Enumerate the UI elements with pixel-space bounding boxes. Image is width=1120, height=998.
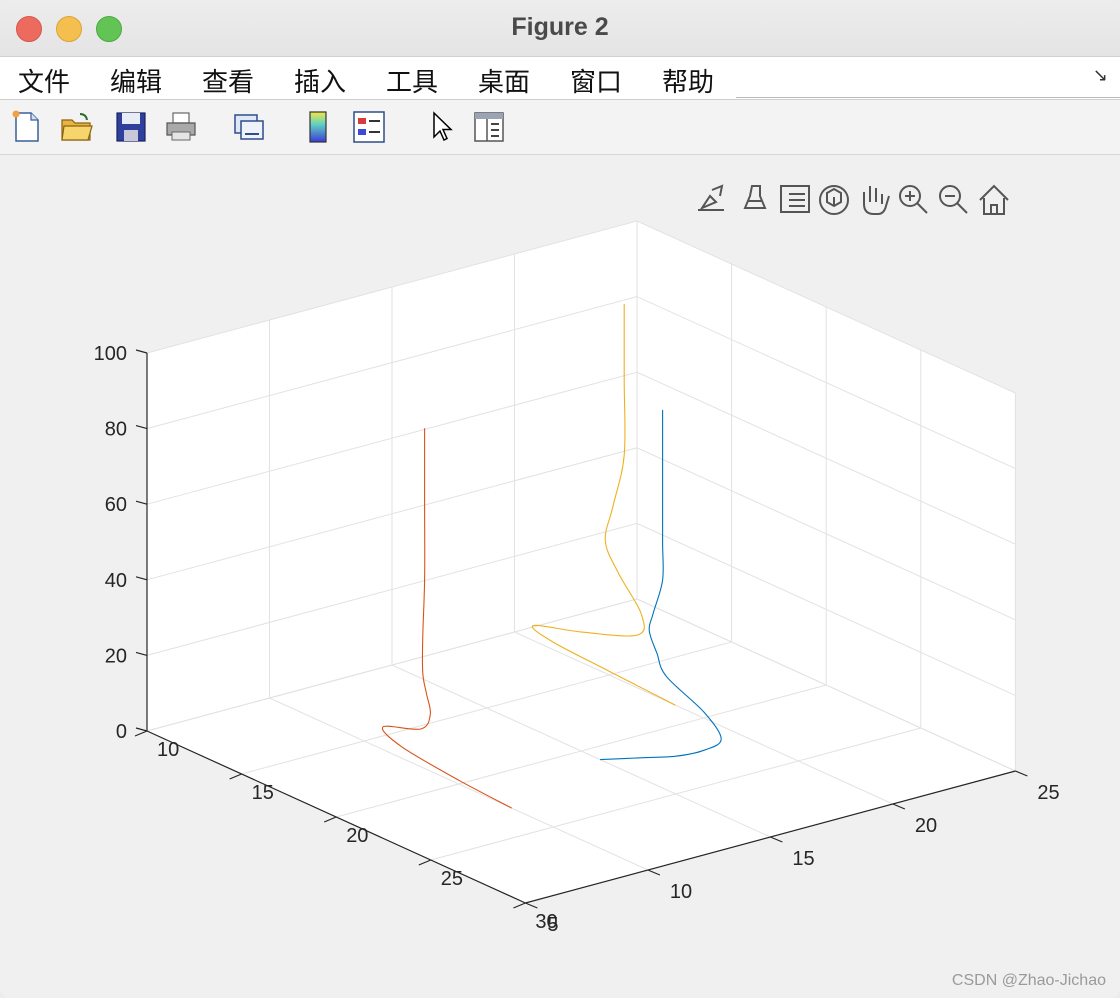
x-tick-label: 25	[441, 868, 463, 890]
watermark: CSDN @Zhao-Jichao	[951, 972, 1106, 989]
menu-edit[interactable]: 编辑	[110, 62, 162, 99]
axes-toolbar	[698, 184, 1009, 215]
y-tick	[892, 803, 906, 810]
window-title: Figure 2	[511, 13, 609, 41]
pointer-icon[interactable]	[424, 110, 458, 144]
y-tick-label: 20	[915, 815, 937, 837]
y-tick	[1015, 770, 1028, 777]
menu-window[interactable]: 窗口	[570, 62, 622, 99]
y-tick	[647, 869, 661, 876]
dock-arrow-icon[interactable]: ↘	[1093, 65, 1108, 86]
z-tick-label: 0	[116, 721, 127, 743]
z-tick-label: 40	[105, 570, 127, 592]
z-tick-label: 20	[105, 645, 127, 667]
z-tick	[135, 500, 148, 505]
x-tick	[418, 859, 432, 866]
menu-file[interactable]: 文件	[18, 62, 70, 99]
data-tips-icon[interactable]	[780, 185, 810, 213]
brush-icon[interactable]	[743, 185, 767, 209]
colorbar-icon[interactable]	[302, 110, 336, 144]
y-tick-label: 15	[792, 848, 814, 870]
x-tick	[134, 730, 148, 737]
y-tick	[525, 902, 538, 909]
zoom-in-icon[interactable]	[899, 185, 928, 214]
zoom-out-icon[interactable]	[939, 185, 968, 214]
x-tick	[229, 773, 242, 780]
menu-desktop[interactable]: 桌面	[478, 62, 530, 99]
x-tick	[513, 902, 526, 909]
x-tick	[323, 816, 337, 823]
menu-insert[interactable]: 插入	[294, 62, 346, 99]
property-inspector-icon[interactable]	[472, 110, 506, 144]
z-tick	[135, 576, 148, 581]
z-tick	[135, 727, 148, 732]
figure-window: Figure 2 文件 编辑 查看 插入 工具 桌面 窗口 帮助 ↘ 10 15…	[0, 0, 1120, 998]
z-tick	[135, 349, 148, 354]
y-tick-label: 25	[1037, 782, 1059, 804]
new-figure-icon[interactable]	[10, 110, 44, 144]
x-tick-label: 15	[252, 782, 274, 804]
y-tick	[770, 836, 783, 843]
legend-icon[interactable]	[352, 110, 386, 144]
menu-tools[interactable]: 工具	[386, 62, 438, 99]
z-tick-label: 100	[94, 343, 127, 365]
x-tick-label: 20	[346, 825, 368, 847]
y-tick-label: 5	[547, 914, 558, 936]
x-tick-label: 10	[157, 739, 179, 761]
axes-3d[interactable]: 1015202530510152025020406080100	[0, 155, 1120, 998]
rotate-3d-icon[interactable]	[819, 185, 849, 215]
open-file-icon[interactable]	[60, 110, 94, 144]
link-plot-icon[interactable]	[232, 110, 266, 144]
plot-area: 10 15 20 25 30 5 10 15 20 25 0 20 40 60 80 100 CSDN @Zh…	[0, 155, 1120, 998]
y-tick-label: 10	[670, 881, 692, 903]
save-icon[interactable]	[114, 110, 148, 144]
menu-help[interactable]: 帮助	[662, 62, 714, 99]
export-icon[interactable]	[698, 184, 724, 211]
pan-icon[interactable]	[863, 186, 890, 215]
menu-divider	[736, 97, 1120, 98]
home-icon[interactable]	[979, 184, 1009, 215]
menu-view[interactable]: 查看	[202, 62, 254, 99]
z-tick	[135, 651, 148, 656]
z-tick-label: 60	[105, 494, 127, 516]
z-tick	[135, 425, 148, 430]
title-bar: Figure 2	[0, 0, 1120, 57]
menu-bar: 文件 编辑 查看 插入 工具 桌面 窗口 帮助 ↘	[0, 57, 1120, 100]
print-icon[interactable]	[164, 110, 198, 144]
z-tick-label: 80	[105, 419, 127, 441]
figure-toolbar	[0, 100, 1120, 155]
